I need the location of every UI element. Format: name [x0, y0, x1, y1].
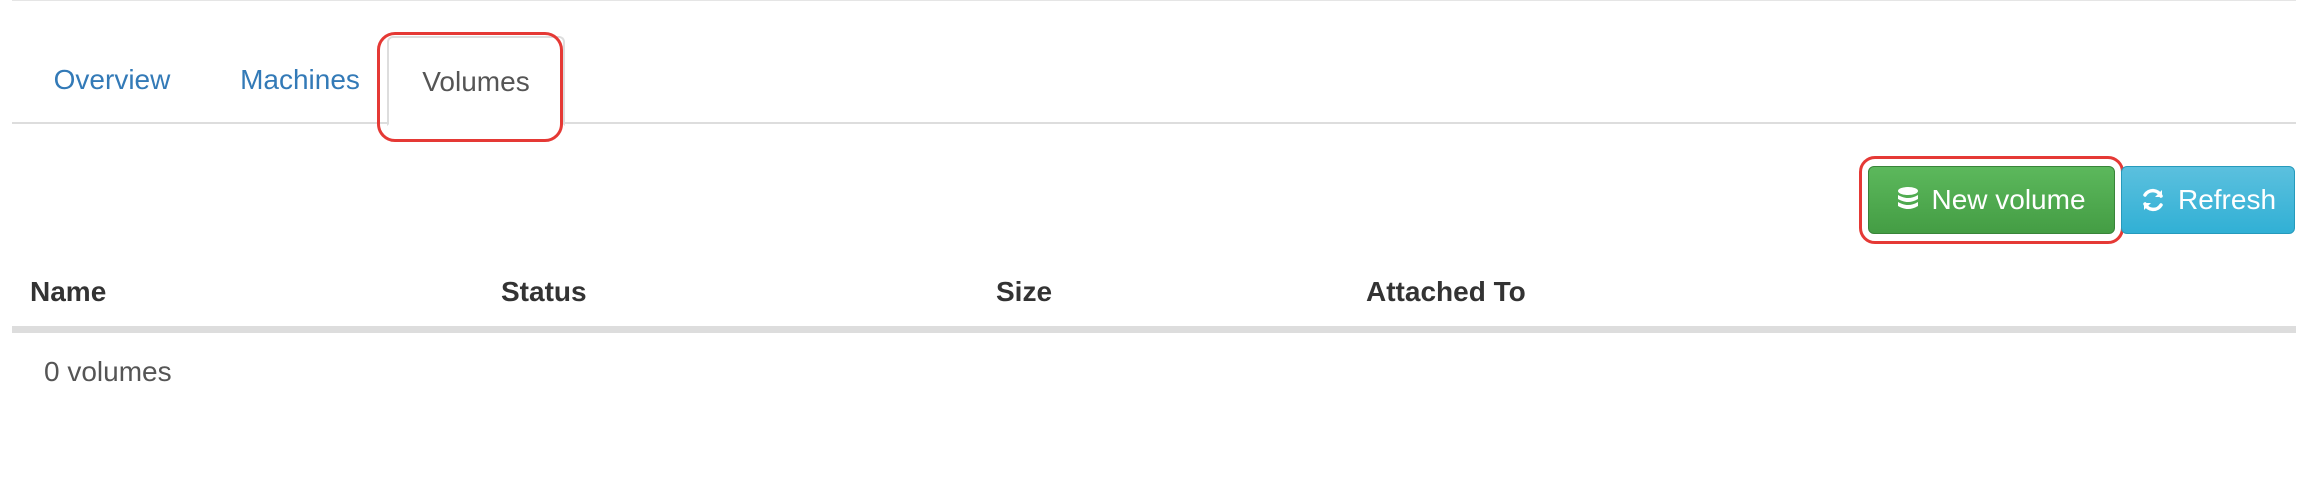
- table-header-divider: [12, 326, 2296, 333]
- database-icon: [1897, 186, 1919, 214]
- column-header-size: Size: [996, 276, 1053, 307]
- empty-table-message: 0 volumes: [44, 356, 172, 387]
- tab-overview[interactable]: Overview: [42, 36, 182, 124]
- refresh-label: Refresh: [2177, 184, 2277, 215]
- top-divider: [12, 0, 2296, 1]
- refresh-button[interactable]: Refresh: [2121, 166, 2295, 234]
- column-header-status: Status: [501, 276, 587, 307]
- tab-machines[interactable]: Machines: [220, 36, 380, 124]
- tab-bar: Overview Machines Volumes: [12, 36, 2296, 126]
- tab-volumes[interactable]: Volumes: [387, 36, 565, 126]
- new-volume-button[interactable]: New volume: [1868, 166, 2115, 234]
- refresh-icon: [2140, 187, 2166, 213]
- column-header-attached-to: Attached To: [1366, 276, 1526, 307]
- new-volume-label: New volume: [1931, 184, 2086, 215]
- column-header-name: Name: [30, 276, 107, 307]
